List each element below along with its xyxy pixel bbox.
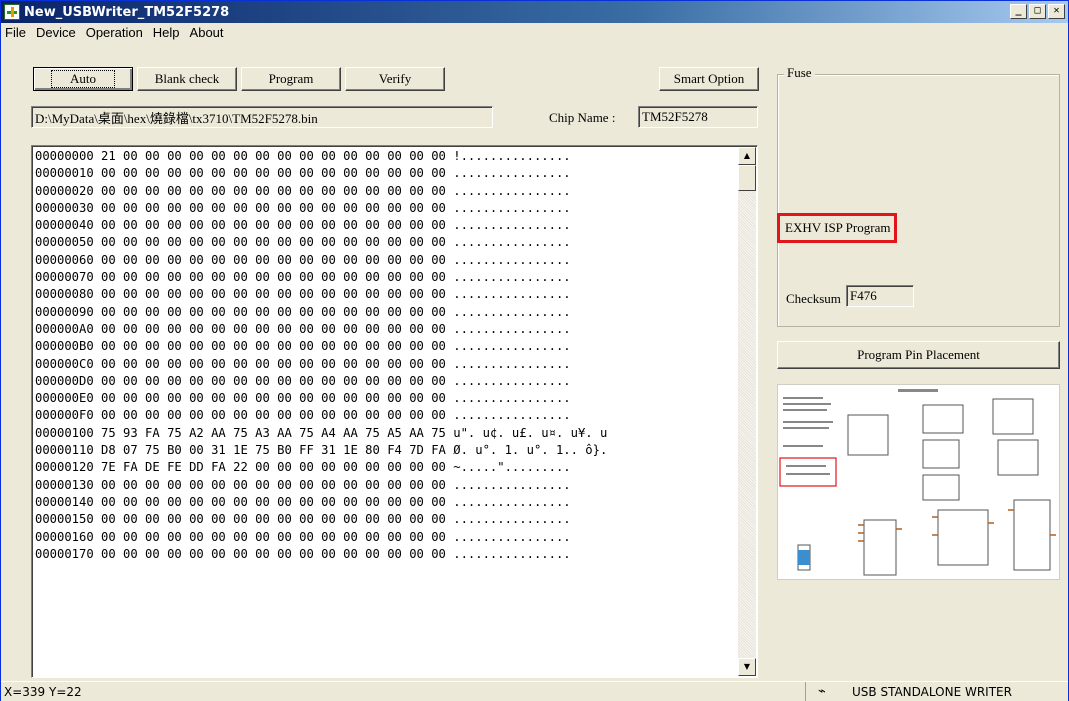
- hex-row: 00000110 D8 07 75 B0 00 31 1E 75 B0 FF 3…: [35, 443, 608, 458]
- hex-row: 00000150 00 00 00 00 00 00 00 00 00 00 0…: [35, 512, 571, 527]
- program-button[interactable]: Program: [241, 67, 341, 91]
- hex-row: 00000030 00 00 00 00 00 00 00 00 00 00 0…: [35, 200, 571, 215]
- main-window: New_USBWriter_TM52F5278 _ □ ✕ File Devic…: [0, 0, 1069, 701]
- pin-diagram-graphic: [779, 389, 1056, 576]
- pin-placement-diagram: [777, 384, 1060, 580]
- hex-row: 00000120 7E FA DE FE DD FA 22 00 00 00 0…: [35, 460, 571, 475]
- hex-dump: 00000000 21 00 00 00 00 00 00 00 00 00 0…: [35, 148, 738, 563]
- smart-option-button[interactable]: Smart Option: [659, 67, 759, 91]
- menu-help[interactable]: Help: [153, 25, 180, 40]
- exhv-isp-program-label: EXHV ISP Program: [777, 213, 897, 243]
- program-pin-placement-button[interactable]: Program Pin Placement: [777, 341, 1060, 369]
- menu-operation[interactable]: Operation: [86, 25, 143, 40]
- status-bar: X=339 Y=22 ⌁ USB STANDALONE WRITER: [1, 681, 1068, 701]
- hex-row: 000000E0 00 00 00 00 00 00 00 00 00 00 0…: [35, 391, 571, 406]
- checksum-field: F476: [846, 285, 914, 307]
- hex-row: 000000F0 00 00 00 00 00 00 00 00 00 00 0…: [35, 408, 571, 423]
- chip-name-field[interactable]: TM52F5278: [638, 106, 758, 128]
- auto-button[interactable]: Auto: [33, 67, 133, 91]
- hex-row: 00000140 00 00 00 00 00 00 00 00 00 00 0…: [35, 494, 571, 509]
- hex-row: 00000000 21 00 00 00 00 00 00 00 00 00 0…: [35, 149, 571, 163]
- hex-row: 000000B0 00 00 00 00 00 00 00 00 00 00 0…: [35, 339, 571, 354]
- fuse-group-label: Fuse: [784, 65, 815, 81]
- checksum-label: Checksum: [786, 291, 841, 306]
- scroll-up-icon[interactable]: ▲: [738, 147, 756, 165]
- menu-file[interactable]: File: [5, 25, 26, 40]
- verify-button[interactable]: Verify: [345, 67, 445, 91]
- hex-row: 00000020 00 00 00 00 00 00 00 00 00 00 0…: [35, 183, 571, 198]
- hex-row: 00000160 00 00 00 00 00 00 00 00 00 00 0…: [35, 529, 571, 544]
- hex-row: 00000010 00 00 00 00 00 00 00 00 00 00 0…: [35, 166, 571, 181]
- cursor-coordinates: X=339 Y=22: [1, 682, 806, 701]
- auto-button-label: Auto: [51, 70, 115, 88]
- hex-scrollbar[interactable]: ▲ ▼: [738, 147, 756, 676]
- hex-row: 000000A0 00 00 00 00 00 00 00 00 00 00 0…: [35, 321, 571, 336]
- menu-device[interactable]: Device: [36, 25, 76, 40]
- hex-row: 00000060 00 00 00 00 00 00 00 00 00 00 0…: [35, 252, 571, 267]
- usb-icon: ⌁: [818, 684, 826, 699]
- hex-row: 00000050 00 00 00 00 00 00 00 00 00 00 0…: [35, 235, 571, 250]
- hex-row: 000000C0 00 00 00 00 00 00 00 00 00 00 0…: [35, 356, 571, 371]
- window-controls: _ □ ✕: [1010, 4, 1065, 19]
- fuse-groupbox: [777, 74, 1060, 327]
- status-mode-panel: ⌁ USB STANDALONE WRITER: [806, 684, 1012, 699]
- file-path-field[interactable]: D:\MyData\桌面\hex\燒錄檔\tx3710\TM52F5278.bi…: [31, 106, 493, 128]
- hex-viewer[interactable]: 00000000 21 00 00 00 00 00 00 00 00 00 0…: [31, 145, 758, 678]
- status-mode-text: USB STANDALONE WRITER: [852, 684, 1012, 699]
- close-button[interactable]: ✕: [1048, 4, 1065, 19]
- hex-row: 00000080 00 00 00 00 00 00 00 00 00 00 0…: [35, 287, 571, 302]
- scroll-thumb[interactable]: [738, 165, 756, 191]
- hex-row: 00000130 00 00 00 00 00 00 00 00 00 00 0…: [35, 477, 571, 492]
- hex-row: 00000170 00 00 00 00 00 00 00 00 00 00 0…: [35, 546, 571, 561]
- hex-row: 00000100 75 93 FA 75 A2 AA 75 A3 AA 75 A…: [35, 425, 608, 440]
- title-bar[interactable]: New_USBWriter_TM52F5278 _ □ ✕: [1, 1, 1068, 23]
- menu-bar: File Device Operation Help About: [1, 23, 1068, 41]
- maximize-button[interactable]: □: [1029, 4, 1046, 19]
- window-title: New_USBWriter_TM52F5278: [24, 4, 230, 20]
- hex-row: 00000070 00 00 00 00 00 00 00 00 00 00 0…: [35, 270, 571, 285]
- app-icon: [4, 4, 20, 20]
- chip-name-label: Chip Name :: [549, 110, 616, 125]
- scroll-down-icon[interactable]: ▼: [738, 658, 756, 676]
- hex-row: 00000090 00 00 00 00 00 00 00 00 00 00 0…: [35, 304, 571, 319]
- blank-check-button[interactable]: Blank check: [137, 67, 237, 91]
- hex-row: 000000D0 00 00 00 00 00 00 00 00 00 00 0…: [35, 373, 571, 388]
- menu-about[interactable]: About: [190, 25, 224, 40]
- hex-row: 00000040 00 00 00 00 00 00 00 00 00 00 0…: [35, 218, 571, 233]
- minimize-button[interactable]: _: [1010, 4, 1027, 19]
